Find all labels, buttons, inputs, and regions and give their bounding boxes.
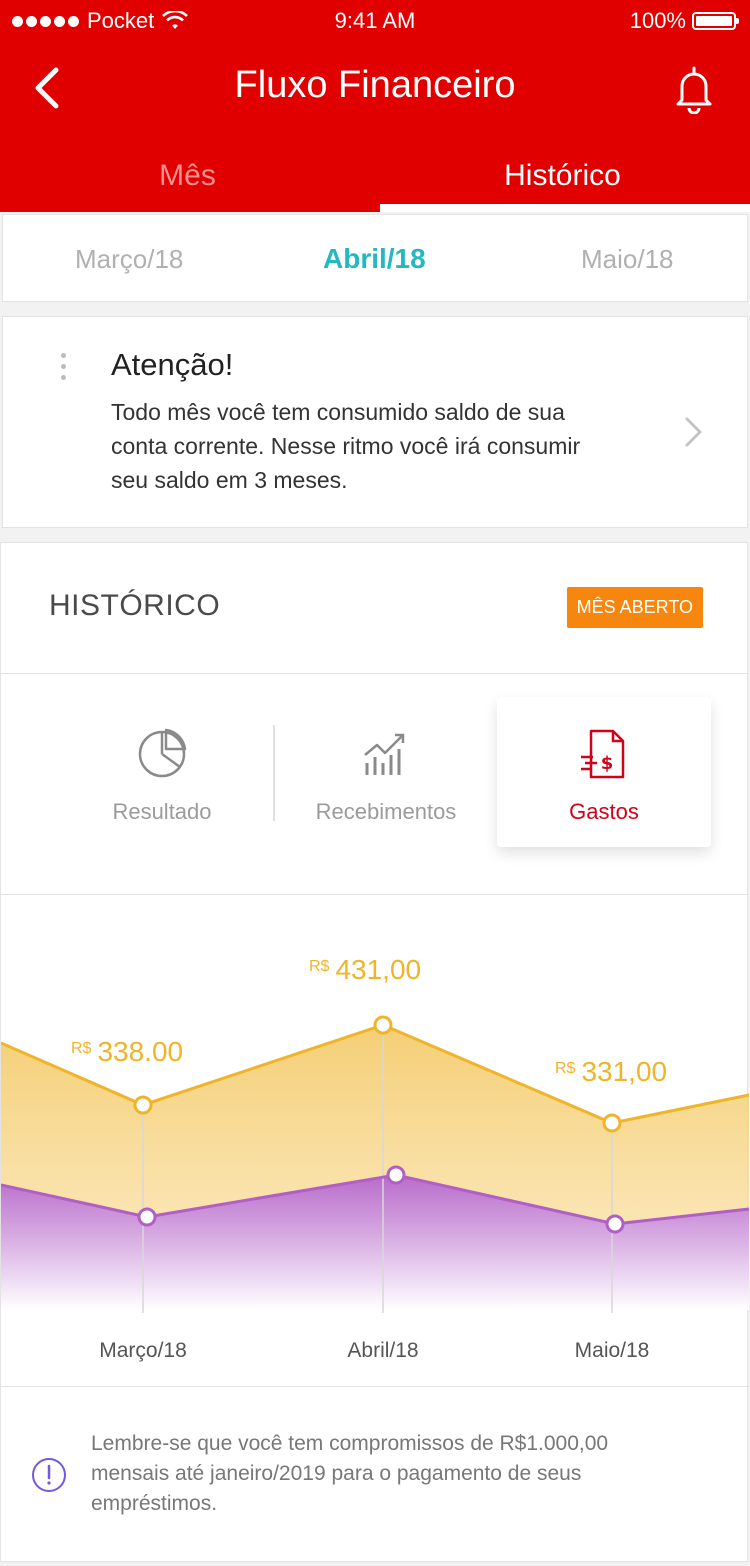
segment-resultado[interactable]: Resultado xyxy=(77,697,247,847)
reminder-line: mensais até janeiro/2019 para o pagament… xyxy=(91,1462,582,1485)
reminder-line: empréstimos. xyxy=(91,1492,218,1515)
segment-label: Gastos xyxy=(569,799,639,824)
alert-card[interactable]: Atenção! Todo mês você tem consumido sal… xyxy=(2,316,748,528)
battery-percent: 100% xyxy=(629,8,686,33)
tab-historico[interactable]: Histórico xyxy=(375,140,750,212)
tab-indicator xyxy=(380,204,750,212)
status-bar: Pocket 9:41 AM 100% xyxy=(0,0,750,40)
page-title: Fluxo Financeiro xyxy=(234,64,516,106)
segment-divider xyxy=(273,725,275,821)
alert-line: Todo mês você tem consumido saldo de sua xyxy=(111,399,565,425)
month-prev[interactable]: Março/18 xyxy=(75,215,183,303)
data-point-yellow xyxy=(133,1095,153,1115)
tab-bar: Mês Histórico xyxy=(0,140,750,212)
month-current[interactable]: Abril/18 xyxy=(323,215,426,303)
data-label: R$ 431,00 xyxy=(309,954,421,985)
bell-icon[interactable] xyxy=(672,64,716,114)
app-header: Pocket 9:41 AM 100% Fluxo Financeiro Mês… xyxy=(0,0,750,212)
tab-mes[interactable]: Mês xyxy=(0,140,375,212)
history-card: HISTÓRICO MÊS ABERTO Resultado Recebimen… xyxy=(0,542,749,1562)
growth-chart-icon xyxy=(364,733,405,775)
month-selector: Março/18 Abril/18 Maio/18 xyxy=(2,214,748,302)
status-badge: MÊS ABERTO xyxy=(566,587,703,628)
alert-line: seu saldo em 3 meses. xyxy=(111,467,348,493)
reminder-note: Lembre-se que você tem compromissos de R… xyxy=(1,1415,749,1545)
alert-title: Atenção! xyxy=(111,347,234,382)
battery-indicator: 100% xyxy=(629,8,739,34)
history-chart: R$ 338.00 R$ 431,00 R$ 331,00 Março/18 Abril/18… xyxy=(1,954,749,1362)
segment-label: Recebimentos xyxy=(315,799,457,824)
pie-chart-icon xyxy=(138,728,187,778)
chevron-right-icon[interactable] xyxy=(683,415,705,449)
segment-gastos[interactable]: $ Gastos xyxy=(497,697,711,847)
more-options-icon[interactable] xyxy=(59,353,69,386)
data-label: R$ 331,00 xyxy=(555,1056,667,1087)
data-point-purple xyxy=(137,1207,157,1227)
alert-line: conta corrente. Nesse ritmo você irá con… xyxy=(111,433,581,459)
data-point-purple xyxy=(605,1214,625,1234)
divider xyxy=(1,673,749,674)
reminder-line: Lembre-se que você tem compromissos de R… xyxy=(91,1432,609,1455)
history-title: HISTÓRICO xyxy=(49,589,221,622)
x-tick-label: Março/18 xyxy=(99,1339,187,1362)
data-point-yellow xyxy=(373,1015,393,1035)
segment-recebimentos[interactable]: Recebimentos xyxy=(291,697,481,847)
x-tick-label: Maio/18 xyxy=(575,1339,650,1362)
alert-message: Todo mês você tem consumido saldo de sua… xyxy=(111,395,651,497)
info-icon xyxy=(32,1458,66,1492)
month-next[interactable]: Maio/18 xyxy=(581,215,674,303)
data-label: R$ 338.00 xyxy=(71,1036,183,1067)
battery-icon xyxy=(692,12,739,30)
divider xyxy=(1,1386,749,1387)
reminder-text: Lembre-se que você tem compromissos de R… xyxy=(91,1429,711,1519)
segment-label: Resultado xyxy=(112,799,212,824)
data-point-yellow xyxy=(602,1113,622,1133)
expense-document-icon: $ xyxy=(581,729,625,779)
svg-text:$: $ xyxy=(601,753,614,774)
data-point-purple xyxy=(386,1165,406,1185)
x-tick-label: Abril/18 xyxy=(347,1339,418,1362)
